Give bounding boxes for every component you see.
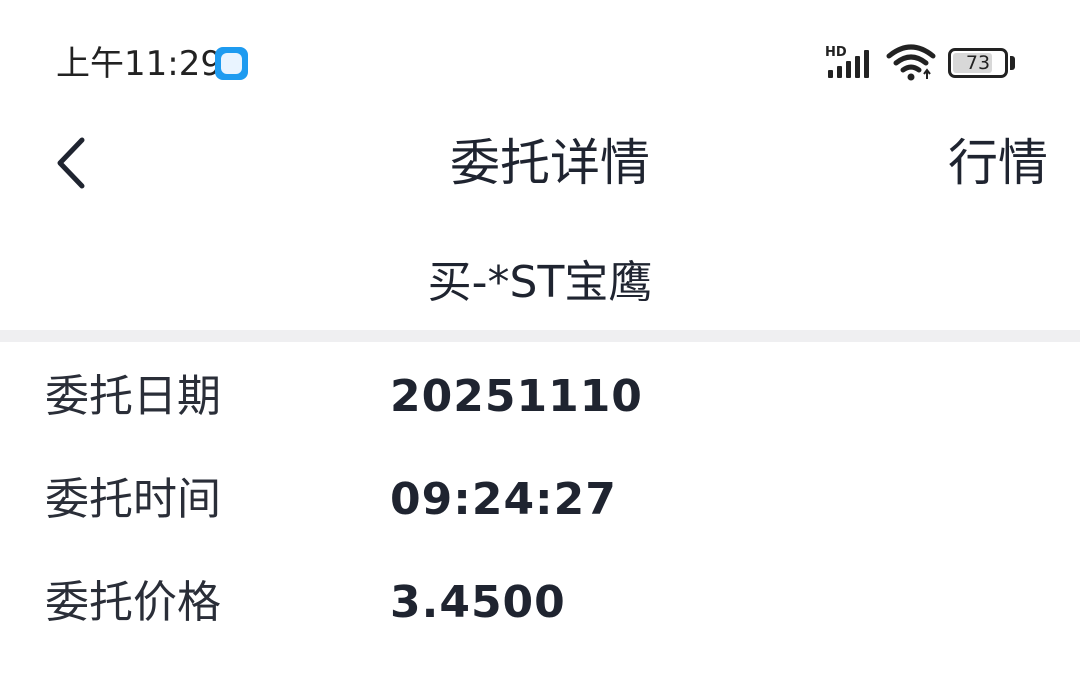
battery-icon: 73 <box>948 48 1008 78</box>
stock-order-title: 买-*ST宝鹰 <box>427 257 653 308</box>
detail-label: 委托日期 <box>45 371 221 422</box>
signal-icon <box>828 50 869 78</box>
detail-row-order-date: 委托日期 20251110 <box>0 366 1080 436</box>
order-detail-screen: 上午11:29 HD 73 委托详情 行情 买-*ST宝鹰 委托日期 20251… <box>0 0 1080 677</box>
app-notification-icon <box>215 47 248 80</box>
detail-value: 3.4500 <box>390 577 566 628</box>
detail-row-order-time: 委托时间 09:24:27 <box>0 469 1080 539</box>
battery-cap <box>1010 56 1015 70</box>
detail-label: 委托时间 <box>45 474 221 525</box>
status-time: 上午11:29 <box>56 44 222 84</box>
detail-value: 20251110 <box>390 371 643 422</box>
section-divider <box>0 330 1080 342</box>
market-quote-button[interactable]: 行情 <box>948 128 1048 198</box>
detail-row-order-price: 委托价格 3.4500 <box>0 572 1080 642</box>
page-title: 委托详情 <box>450 134 650 192</box>
detail-label: 委托价格 <box>45 577 221 628</box>
wifi-icon <box>886 44 936 81</box>
detail-value: 09:24:27 <box>390 474 617 525</box>
status-bar: 上午11:29 HD 73 <box>0 0 1080 120</box>
battery-level: 73 <box>965 52 991 74</box>
